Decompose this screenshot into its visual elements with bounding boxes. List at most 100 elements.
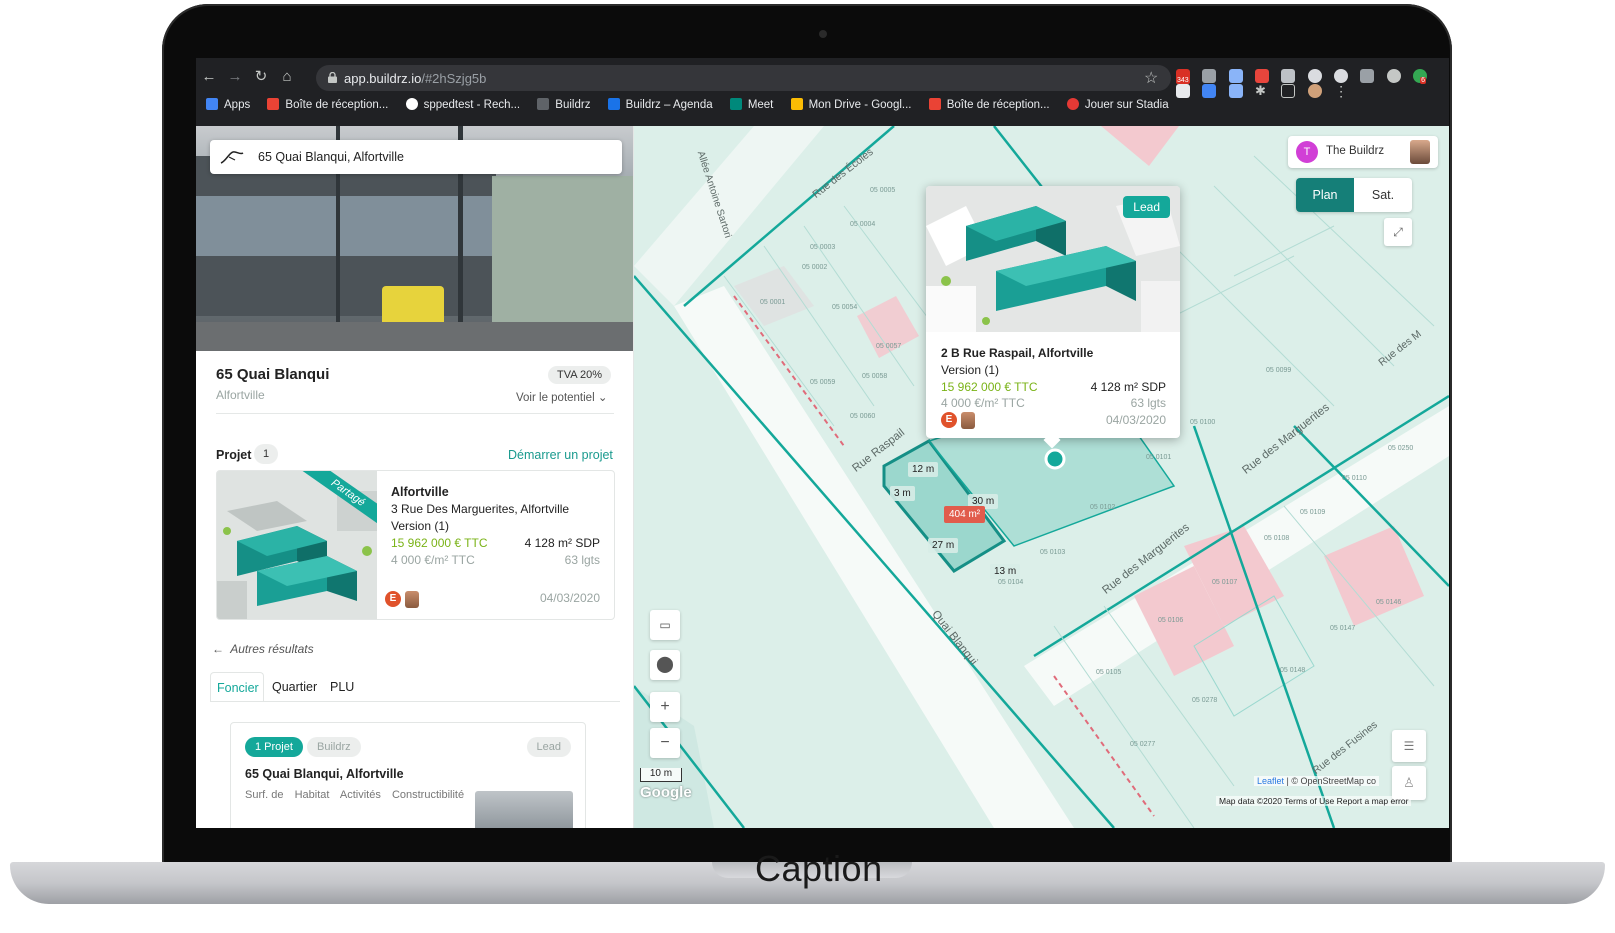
popup-lots: 63 lgts xyxy=(1130,396,1166,410)
bookmark-google-search[interactable]: sppedtest - Rech... xyxy=(405,98,520,111)
menu-kebab-icon[interactable]: ⋮ xyxy=(1334,84,1348,98)
buildrz-badge[interactable]: Buildrz xyxy=(307,737,361,757)
dimension-label: 13 m xyxy=(990,564,1021,579)
tab-foncier[interactable]: Foncier xyxy=(210,672,264,702)
calendar-extension-icon[interactable]: 343 xyxy=(1176,68,1190,84)
webcam xyxy=(819,30,827,38)
bookmark-meet[interactable]: Meet xyxy=(729,98,773,111)
parcel-photo-thumbnail xyxy=(475,791,573,828)
parcel-number: 05 0105 xyxy=(1096,669,1121,676)
parcel-number: 05 0054 xyxy=(832,304,857,311)
user-initial-avatar: E xyxy=(941,412,957,428)
parcel-number: 05 0058 xyxy=(862,373,887,380)
translate-extension-icon[interactable] xyxy=(1228,83,1243,98)
parcel-number: 05 0148 xyxy=(1280,667,1305,674)
parcel-number: 05 0004 xyxy=(850,221,875,228)
dimension-label: 27 m xyxy=(928,538,959,553)
stadia-icon xyxy=(1066,98,1079,110)
bookmark-gmail-2[interactable]: Boîte de réception... xyxy=(928,98,1050,111)
sidewalk xyxy=(196,322,633,351)
drive-icon xyxy=(790,98,803,110)
bookmark-buildrz[interactable]: Buildrz xyxy=(537,98,590,111)
parcel-summary-card[interactable]: 1 Projet Buildrz Lead 65 Quai Blanqui, A… xyxy=(230,722,586,828)
satellite-view-button[interactable]: Sat. xyxy=(1354,178,1412,212)
reload-icon[interactable]: ↻ xyxy=(252,68,270,86)
bookmark-gmail[interactable]: Boîte de réception... xyxy=(267,98,388,111)
puzzle-icon[interactable]: ✱ xyxy=(1255,83,1269,98)
address-title: 65 Quai Blanqui xyxy=(216,366,330,383)
parcel-number: 05 0059 xyxy=(810,379,835,386)
user-photo-avatar xyxy=(961,412,975,429)
cast-icon[interactable] xyxy=(1281,83,1296,98)
bookmark-label: Boîte de réception... xyxy=(285,99,389,111)
profile-avatar[interactable] xyxy=(1307,83,1322,98)
ruler-icon[interactable]: ▭ xyxy=(650,610,680,640)
popup-address: 2 B Rue Raspail, Alfortville xyxy=(941,346,1094,360)
pen-extension-icon[interactable] xyxy=(1228,68,1243,83)
projects-badge[interactable]: 1 Projet xyxy=(245,737,303,757)
fullscreen-icon[interactable]: ⤢ xyxy=(1384,218,1412,246)
apps-grid-icon xyxy=(206,98,218,110)
pdf-extension-icon[interactable] xyxy=(1255,68,1270,83)
grammarly-extension-icon[interactable]: 6 xyxy=(1413,68,1428,84)
parcel-number: 05 0001 xyxy=(760,299,785,306)
project-unit-price: 4 000 €/m² TTC xyxy=(391,553,475,567)
bookmark-star-icon[interactable]: ☆ xyxy=(1144,68,1158,88)
mail-extension-icon[interactable] xyxy=(1202,68,1217,83)
bs-extension-icon[interactable] xyxy=(1360,68,1375,83)
project-lots: 63 lgts xyxy=(564,553,600,567)
address-bar[interactable]: app.buildrz.io/#2hSzjg5b ☆ xyxy=(316,65,1171,91)
bookmark-apps[interactable]: Apps xyxy=(206,98,250,111)
pegman-icon[interactable]: ♙ xyxy=(1392,766,1426,800)
project-popup[interactable]: Lead 2 B Rue Raspail, Alfortville Versio… xyxy=(926,186,1180,449)
back-icon[interactable]: ← xyxy=(200,68,218,86)
leaflet-link[interactable]: Leaflet xyxy=(1257,776,1284,786)
arrow-left-icon: ← xyxy=(212,642,224,656)
tab-quartier[interactable]: Quartier xyxy=(266,672,323,702)
project-card[interactable]: Partagé Alfortville 3 Rue Des Marguerite… xyxy=(216,470,615,620)
speed-extension-icon[interactable] xyxy=(1334,68,1349,83)
project-3d-thumbnail: Partagé xyxy=(217,471,377,619)
record-extension-icon[interactable] xyxy=(1307,68,1322,83)
bookmark-label: Apps xyxy=(224,99,251,111)
tab-plu[interactable]: PLU xyxy=(324,672,360,702)
plan-view-button[interactable]: Plan xyxy=(1296,178,1354,212)
view-potential-link[interactable]: Voir le potentiel ⌄ xyxy=(516,390,607,404)
map-view-toggle: Plan Sat. xyxy=(1296,178,1412,212)
location-pin-icon[interactable]: ⬤ xyxy=(650,650,680,680)
parcel-number: 05 0104 xyxy=(998,579,1023,586)
parcel-number: 05 0146 xyxy=(1376,599,1401,606)
project-address: 3 Rue Des Marguerites, Alfortville xyxy=(391,502,570,516)
zoom-in-button[interactable]: + xyxy=(650,692,680,722)
bookmark-stadia[interactable]: Jouer sur Stadia xyxy=(1066,98,1169,111)
address-search-box[interactable]: 65 Quai Blanqui, Alfortville xyxy=(210,140,622,174)
feather-extension-icon[interactable] xyxy=(1202,83,1217,98)
parcel-number: 05 0003 xyxy=(810,244,835,251)
other-results-link[interactable]: ← Autres résultats xyxy=(212,642,314,656)
globe-extension-icon[interactable] xyxy=(1386,68,1401,83)
parcel-number: 05 0106 xyxy=(1158,617,1183,624)
zoom-out-button[interactable]: − xyxy=(650,728,680,758)
parcel-panel: 65 Quai Blanqui, Alfortville 65 Quai Bla… xyxy=(196,126,634,828)
legend-list-icon[interactable]: ☰ xyxy=(1392,730,1426,762)
project-version: Version (1) xyxy=(391,519,450,533)
lead-badge[interactable]: Lead xyxy=(526,737,571,757)
cadastral-map[interactable]: 05 0001 05 0002 05 0003 05 0004 05 0005 … xyxy=(634,126,1449,828)
column-header: Activités xyxy=(339,789,381,801)
user-initial-avatar: T xyxy=(1296,141,1318,163)
tva-badge[interactable]: TVA 20% xyxy=(548,366,612,384)
parcel-number: 05 0147 xyxy=(1330,625,1355,632)
start-project-link[interactable]: Démarrer un projet xyxy=(508,448,613,462)
user-menu[interactable]: T The Buildrz xyxy=(1288,136,1438,168)
bookmark-drive[interactable]: Mon Drive - Googl... xyxy=(790,98,912,111)
parcel-number: 05 0278 xyxy=(1192,697,1217,704)
map-attribution: Leaflet | © OpenStreetMap co xyxy=(1254,776,1380,786)
bookmark-label: Buildrz xyxy=(555,99,591,111)
drive-extension-icon[interactable] xyxy=(1281,68,1296,83)
bookmark-agenda[interactable]: Buildrz – Agenda xyxy=(607,98,713,111)
note-extension-icon[interactable] xyxy=(1176,83,1190,98)
parcel-marker-icon[interactable] xyxy=(1044,448,1066,470)
forward-icon[interactable]: → xyxy=(226,68,244,86)
home-icon[interactable]: ⌂ xyxy=(278,68,296,86)
area-label: 404 m² xyxy=(944,506,986,523)
